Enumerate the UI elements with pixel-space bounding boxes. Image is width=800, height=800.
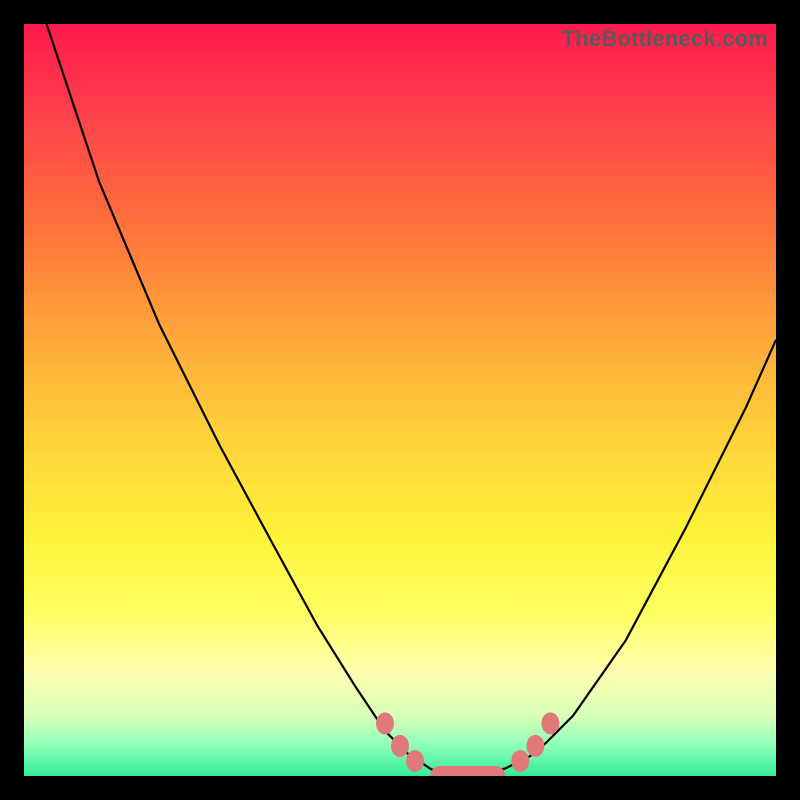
curve-marker-dot	[526, 735, 544, 757]
curve-marker-dot	[541, 712, 559, 734]
bottleneck-curve	[47, 24, 776, 776]
curve-marker-dot	[511, 750, 529, 772]
chart-svg	[24, 24, 776, 776]
chart-frame: TheBottleneck.com	[24, 24, 776, 776]
curve-marker-dot	[391, 735, 409, 757]
curve-marker-dot	[406, 750, 424, 772]
curve-minimum-bar	[430, 766, 505, 776]
curve-markers	[376, 712, 559, 776]
curve-marker-dot	[376, 712, 394, 734]
